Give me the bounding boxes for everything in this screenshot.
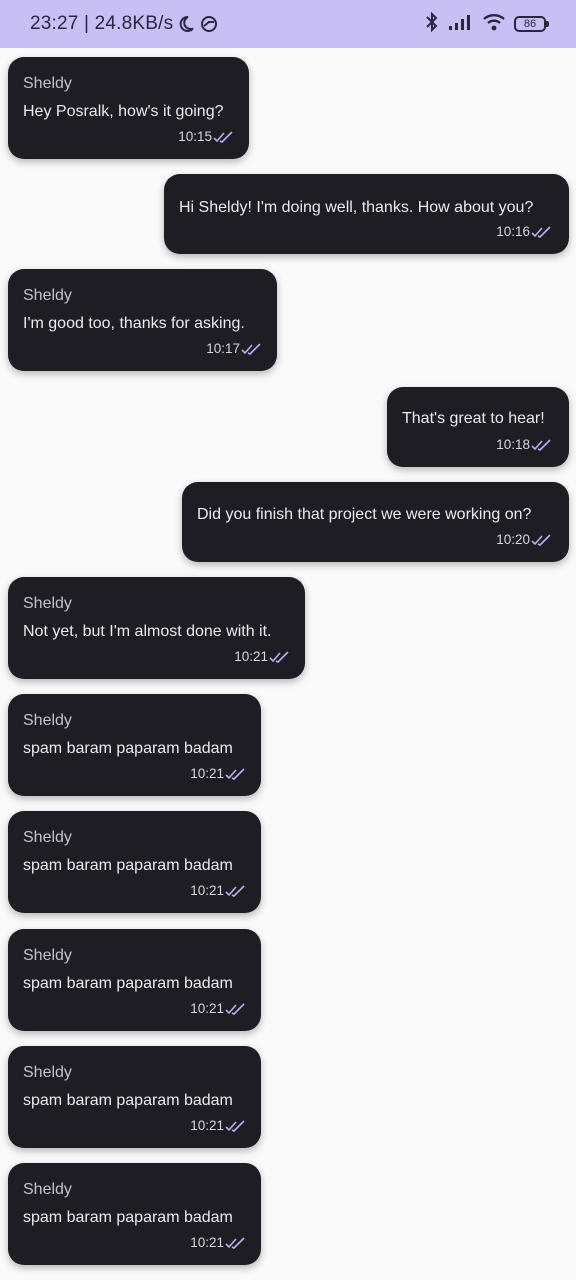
message-sender: Sheldy xyxy=(23,595,72,612)
message-meta: 10:21 xyxy=(234,649,291,664)
message-time: 10:21 xyxy=(190,1001,224,1016)
message-bubble[interactable]: Sheldy spam baram paparam badam 10:21 xyxy=(8,694,261,796)
message-time: 10:21 xyxy=(190,1118,224,1133)
message-text: Hi Sheldy! I'm doing well, thanks. How a… xyxy=(179,199,534,216)
message-meta: 10:20 xyxy=(496,532,553,547)
message-sender: Sheldy xyxy=(23,287,72,304)
message-bubble[interactable]: Did you finish that project we were work… xyxy=(182,482,569,562)
message-text: Not yet, but I'm almost done with it. xyxy=(23,623,272,640)
message-text: Did you finish that project we were work… xyxy=(197,506,532,523)
message-bubble[interactable]: Sheldy Hey Posralk, how's it going? 10:1… xyxy=(8,57,249,159)
message-meta: 10:21 xyxy=(190,1235,247,1250)
double-check-icon xyxy=(225,1236,245,1249)
message-sender: Sheldy xyxy=(23,1181,72,1198)
message-bubble[interactable]: Sheldy spam baram paparam badam 10:21 xyxy=(8,1046,261,1148)
message-time: 10:21 xyxy=(234,649,268,664)
message-text: spam baram paparam badam xyxy=(23,740,233,757)
message-text: spam baram paparam badam xyxy=(23,975,233,992)
message-bubble[interactable]: Sheldy Not yet, but I'm almost done with… xyxy=(8,577,305,679)
message-time: 10:17 xyxy=(206,341,240,356)
message-time: 10:21 xyxy=(190,883,224,898)
double-check-icon xyxy=(531,438,551,451)
message-bubble[interactable]: Sheldy spam baram paparam badam 10:21 xyxy=(8,929,261,1031)
message-time: 10:18 xyxy=(496,437,530,452)
message-text: spam baram paparam badam xyxy=(23,1209,233,1226)
message-meta: 10:21 xyxy=(190,1001,247,1016)
message-meta: 10:21 xyxy=(190,766,247,781)
message-sender: Sheldy xyxy=(23,1064,72,1081)
message-bubble[interactable]: Sheldy I'm good too, thanks for asking. … xyxy=(8,269,277,371)
message-text: I'm good too, thanks for asking. xyxy=(23,315,245,332)
message-text: That's great to hear! xyxy=(402,410,545,427)
message-time: 10:21 xyxy=(190,766,224,781)
message-bubble[interactable]: That's great to hear! 10:18 xyxy=(387,387,569,467)
message-bubble[interactable]: Hi Sheldy! I'm doing well, thanks. How a… xyxy=(164,174,569,254)
double-check-icon xyxy=(269,650,289,663)
message-sender: Sheldy xyxy=(23,947,72,964)
double-check-icon xyxy=(531,533,551,546)
message-bubble[interactable]: Sheldy spam baram paparam badam 10:21 xyxy=(8,811,261,913)
message-time: 10:21 xyxy=(190,1235,224,1250)
message-time: 10:20 xyxy=(496,532,530,547)
message-sender: Sheldy xyxy=(23,712,72,729)
message-sender: Sheldy xyxy=(23,75,72,92)
message-bubble[interactable]: Sheldy spam baram paparam badam 10:21 xyxy=(8,1163,261,1265)
double-check-icon xyxy=(213,130,233,143)
message-meta: 10:17 xyxy=(206,341,263,356)
message-text: spam baram paparam badam xyxy=(23,857,233,874)
message-meta: 10:16 xyxy=(496,224,553,239)
message-meta: 10:15 xyxy=(178,129,235,144)
double-check-icon xyxy=(225,1002,245,1015)
chat-list[interactable]: Sheldy Hey Posralk, how's it going? 10:1… xyxy=(0,0,576,1280)
double-check-icon xyxy=(531,225,551,238)
message-meta: 10:21 xyxy=(190,1118,247,1133)
double-check-icon xyxy=(241,342,261,355)
message-time: 10:16 xyxy=(496,224,530,239)
message-text: Hey Posralk, how's it going? xyxy=(23,103,224,120)
message-meta: 10:18 xyxy=(496,437,553,452)
double-check-icon xyxy=(225,884,245,897)
message-text: spam baram paparam badam xyxy=(23,1092,233,1109)
double-check-icon xyxy=(225,767,245,780)
message-sender: Sheldy xyxy=(23,829,72,846)
message-time: 10:15 xyxy=(178,129,212,144)
message-meta: 10:21 xyxy=(190,883,247,898)
double-check-icon xyxy=(225,1119,245,1132)
